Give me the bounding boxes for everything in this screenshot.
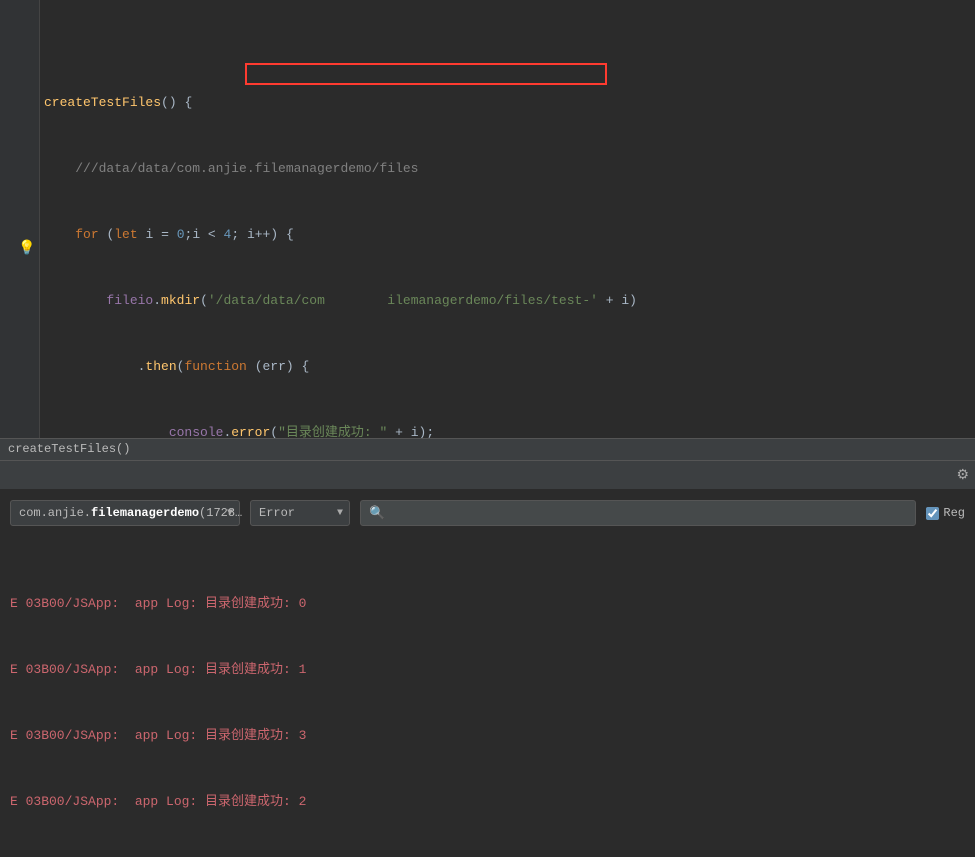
chevron-down-icon: ▼ [337, 508, 343, 519]
log-line: E 03B00/JSApp: app Log: 目录创建成功: 1 [10, 659, 965, 681]
log-line: E 03B00/JSApp: app Log: 目录创建成功: 3 [10, 725, 965, 747]
highlight-box [245, 63, 607, 85]
for-keyword: for [75, 227, 98, 242]
regex-checkbox[interactable]: Reg [926, 506, 965, 520]
log-search-input[interactable] [391, 506, 907, 521]
chevron-down-icon: ▼ [227, 508, 233, 519]
log-output[interactable]: E 03B00/JSApp: app Log: 目录创建成功: 0 E 03B0… [0, 537, 975, 857]
log-toolbar: ⚙ [0, 461, 975, 489]
lightbulb-icon[interactable]: 💡 [18, 240, 35, 257]
mkdir-path-str: '/data/data/com ilemanagerdemo/files/tes… [208, 293, 598, 308]
code-pane[interactable]: createTestFiles() { ///data/data/com.anj… [40, 0, 975, 438]
fileio-ident: fileio [106, 293, 153, 308]
app-filter-dropdown[interactable]: com.anjie.filemanagerdemo (1728… ▼ [10, 500, 240, 526]
editor-gutter: 💡 [0, 0, 40, 438]
log-search-box[interactable]: 🔍 [360, 500, 916, 526]
log-line: E 03B00/JSApp: app Log: 目录创建成功: 0 [10, 593, 965, 615]
breadcrumb[interactable]: createTestFiles() [0, 438, 975, 460]
regex-checkbox-input[interactable] [926, 507, 939, 520]
editor-area: 💡 createTestFiles() { ///data/data/com.a… [0, 0, 975, 438]
success-str: "目录创建成功: " [278, 425, 387, 438]
log-line: E 03B00/JSApp: app Log: 目录创建成功: 2 [10, 791, 965, 813]
gear-icon[interactable]: ⚙ [956, 467, 969, 484]
fn-name: createTestFiles [44, 95, 161, 110]
level-filter-dropdown[interactable]: Error ▼ [250, 500, 350, 526]
log-filters: com.anjie.filemanagerdemo (1728… ▼ Error… [0, 489, 975, 537]
comment-path: ///data/data/com.anjie.filemanagerdemo/f… [75, 161, 418, 176]
search-icon: 🔍 [369, 506, 385, 521]
log-panel: ⚙ com.anjie.filemanagerdemo (1728… ▼ Err… [0, 460, 975, 656]
